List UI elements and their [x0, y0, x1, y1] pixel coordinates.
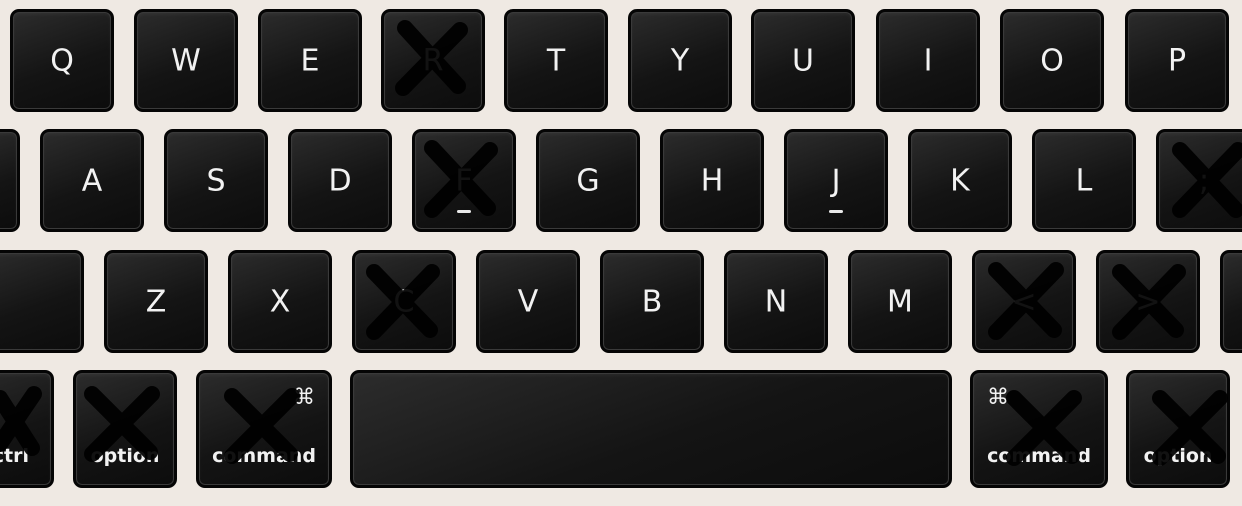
command-icon: ⌘: [987, 385, 1009, 410]
key-label: E: [300, 43, 320, 78]
key-period[interactable]: >: [1096, 250, 1200, 353]
key-l[interactable]: L: [1032, 129, 1136, 232]
key-label: <: [1011, 284, 1037, 319]
key-label: ;: [1199, 163, 1210, 198]
key-r[interactable]: R: [381, 9, 485, 112]
key-label: Q: [50, 43, 74, 78]
key-space[interactable]: [350, 370, 952, 488]
key-n[interactable]: N: [724, 250, 828, 353]
key-t[interactable]: T: [504, 9, 608, 112]
key-label: A: [81, 163, 103, 198]
key-label: command: [212, 445, 316, 467]
key-command-left[interactable]: ⌘ command: [196, 370, 332, 488]
key-semicolon[interactable]: ;: [1156, 129, 1242, 232]
key-label: K: [950, 163, 970, 198]
key-label: M: [887, 284, 913, 319]
key-option-left[interactable]: option: [73, 370, 177, 488]
key-g[interactable]: G: [536, 129, 640, 232]
key-m[interactable]: M: [848, 250, 952, 353]
key-label: command: [987, 445, 1091, 467]
key-label: I: [923, 43, 933, 78]
key-option-right[interactable]: option: [1126, 370, 1230, 488]
key-caps-partial[interactable]: [0, 129, 20, 232]
key-o[interactable]: O: [1000, 9, 1104, 112]
key-label: P: [1167, 43, 1187, 78]
key-control[interactable]: ctrl: [0, 370, 54, 488]
key-label: >: [1135, 284, 1161, 319]
key-j[interactable]: J: [784, 129, 888, 232]
key-label: option: [90, 445, 160, 467]
key-label: S: [206, 163, 226, 198]
key-y[interactable]: Y: [628, 9, 732, 112]
key-label: W: [171, 43, 201, 78]
command-icon: ⌘: [293, 385, 315, 410]
key-label: G: [576, 163, 600, 198]
key-comma[interactable]: <: [972, 250, 1076, 353]
key-b[interactable]: B: [600, 250, 704, 353]
key-label: ctrl: [0, 445, 29, 467]
key-z[interactable]: Z: [104, 250, 208, 353]
key-label: R: [422, 43, 444, 78]
key-label: option: [1143, 445, 1213, 467]
home-bump: [829, 210, 843, 213]
key-c[interactable]: C: [352, 250, 456, 353]
key-q[interactable]: Q: [10, 9, 114, 112]
key-d[interactable]: D: [288, 129, 392, 232]
key-shift-left[interactable]: [0, 250, 84, 353]
key-i[interactable]: I: [876, 9, 980, 112]
key-label: F: [455, 163, 473, 198]
key-label: D: [328, 163, 352, 198]
key-a[interactable]: A: [40, 129, 144, 232]
key-label: L: [1075, 163, 1093, 198]
key-s[interactable]: S: [164, 129, 268, 232]
key-label: J: [831, 163, 841, 198]
key-u[interactable]: U: [751, 9, 855, 112]
key-label: T: [546, 43, 566, 78]
key-label: V: [517, 284, 539, 319]
key-k[interactable]: K: [908, 129, 1012, 232]
key-label: B: [641, 284, 663, 319]
key-x[interactable]: X: [228, 250, 332, 353]
key-v[interactable]: V: [476, 250, 580, 353]
key-label: H: [700, 163, 724, 198]
key-label: Z: [145, 284, 167, 319]
key-label: C: [393, 284, 415, 319]
key-label: U: [792, 43, 814, 78]
key-label: X: [269, 284, 291, 319]
keyboard: Q W E R T Y U I O P A S D F G H J K L ; …: [0, 0, 1242, 506]
key-label: O: [1040, 43, 1064, 78]
key-w[interactable]: W: [134, 9, 238, 112]
key-h[interactable]: H: [660, 129, 764, 232]
key-p[interactable]: P: [1125, 9, 1229, 112]
key-e[interactable]: E: [258, 9, 362, 112]
home-bump: [457, 210, 471, 213]
key-label: Y: [670, 43, 690, 78]
key-f[interactable]: F: [412, 129, 516, 232]
key-label: N: [764, 284, 788, 319]
key-command-right[interactable]: ⌘ command: [970, 370, 1108, 488]
key-slash-partial[interactable]: [1220, 250, 1242, 353]
